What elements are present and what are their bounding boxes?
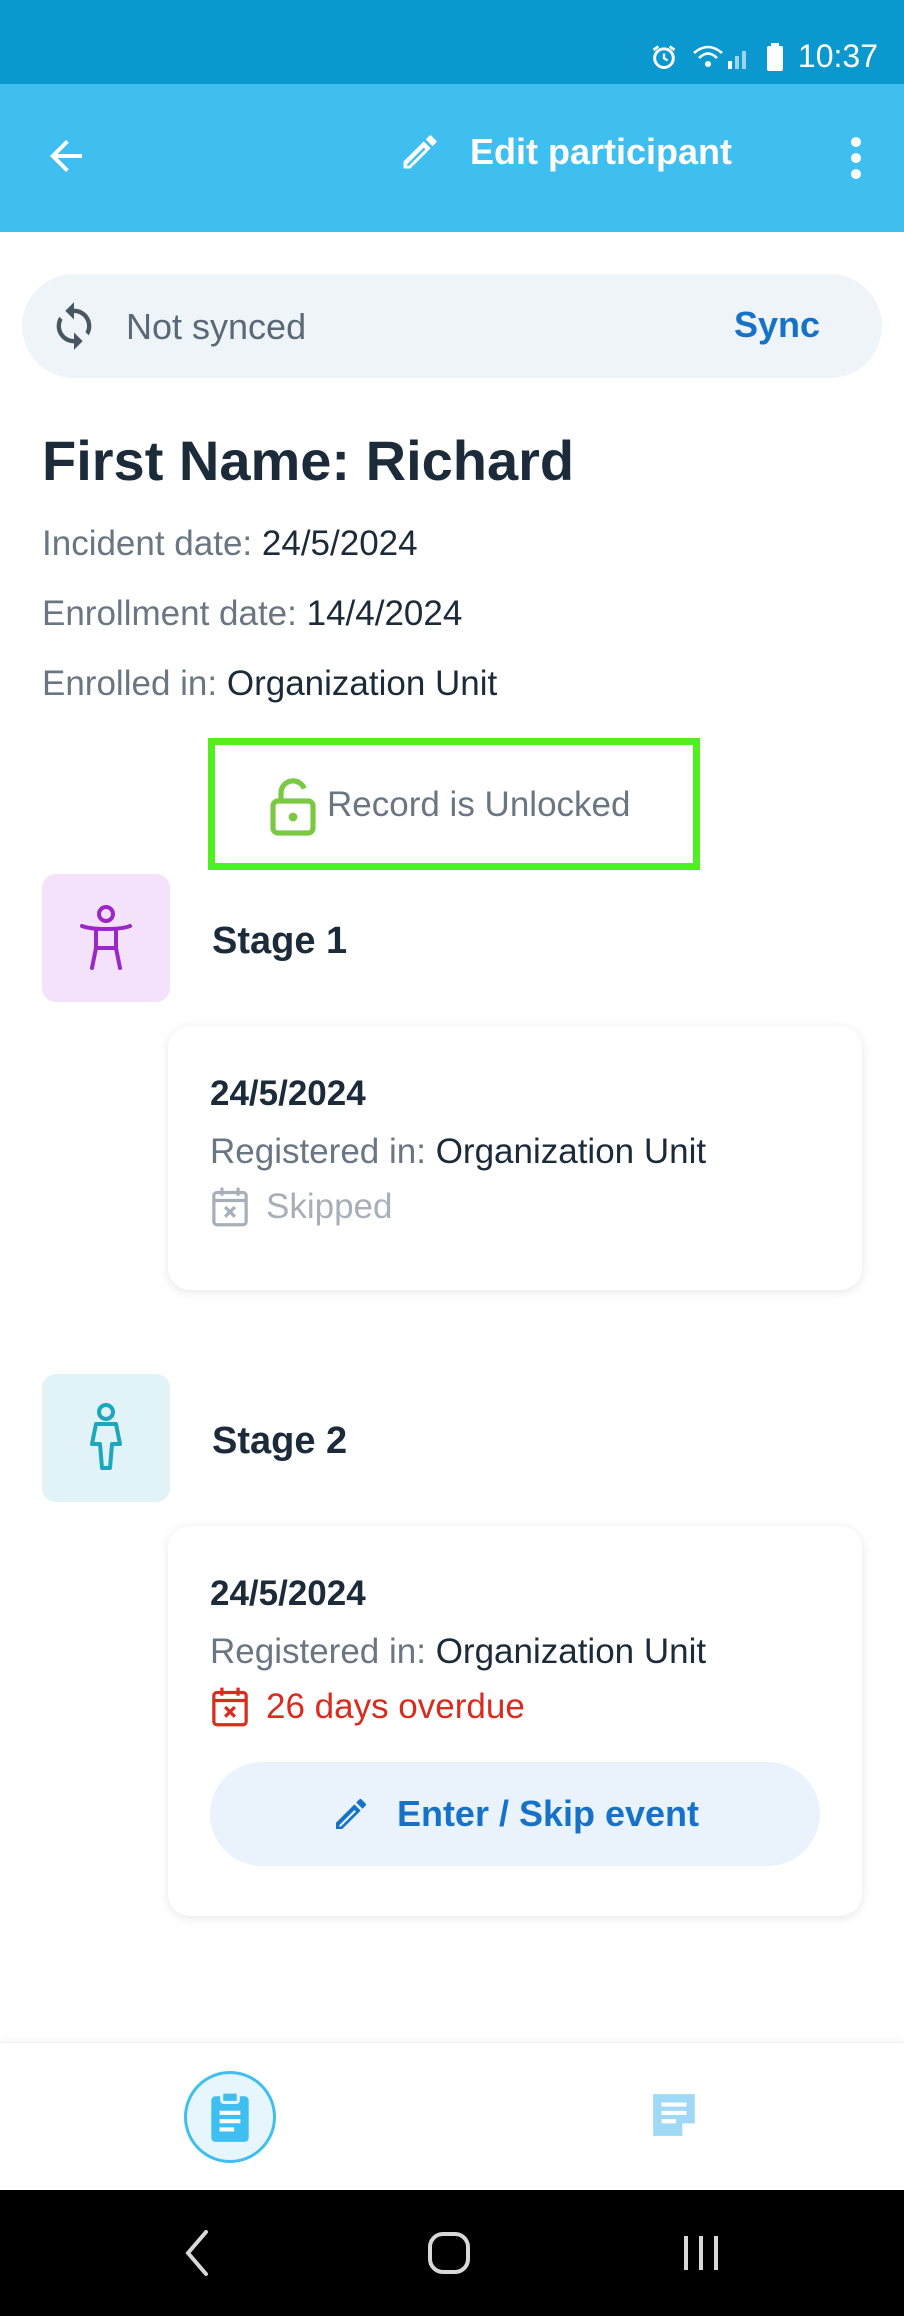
pencil-icon [403,135,437,169]
app-bar: Edit participant [0,84,904,232]
event-status-text: Skipped [266,1187,393,1226]
sync-button[interactable]: Sync [734,304,820,346]
calendar-x-icon [212,1687,248,1727]
status-bar: 10:37 [0,0,904,84]
back-button[interactable] [36,126,96,186]
sync-icon [56,302,92,350]
stage-2-title: Stage 2 [212,1420,348,1462]
registered-in-value: Organization Unit [435,1132,707,1171]
enrolled-in-row: Enrolled in: Organization Unit [42,664,497,704]
chevron-left-icon [185,2230,208,2276]
page-title: Edit participant [470,131,733,172]
alarm-icon [652,44,676,69]
lock-status-text: Record is Unlocked [327,785,631,824]
arrow-left-icon [50,140,82,172]
status-time: 10:37 [797,38,878,74]
registered-in-row: Registered in: Organization Unit [210,1132,706,1172]
event-status: Skipped [210,1186,392,1228]
event-date: 24/5/2024 [210,1574,366,1613]
registered-in-label: Registered in: [210,1132,426,1171]
stage-1-event-card[interactable]: 24/5/2024 Registered in: Organization Un… [168,1026,862,1290]
nav-notes-tab[interactable] [640,2081,708,2149]
incident-date-row: Incident date: 24/5/2024 [42,524,418,564]
child-figure-icon [80,905,132,970]
registered-in-row: Registered in: Organization Unit [210,1632,706,1672]
recents-icon [684,2236,718,2270]
enter-skip-event-button[interactable]: Enter / Skip event [210,1762,820,1866]
enrollment-date-row: Enrollment date: 14/4/2024 [42,594,462,634]
system-recents-button[interactable] [666,2218,736,2288]
pencil-icon [335,1798,366,1829]
enrolled-in-value: Organization Unit [226,664,498,703]
system-back-button[interactable] [162,2218,232,2288]
registered-in-label: Registered in: [210,1632,426,1671]
nav-details-tab[interactable] [184,2071,276,2163]
enter-skip-event-label: Enter / Skip event [396,1793,700,1834]
system-home-button[interactable] [414,2218,484,2288]
calendar-x-icon [212,1187,248,1227]
more-options-button[interactable] [836,128,876,188]
enrollment-date-label: Enrollment date: [42,594,297,633]
stage-2-event-card[interactable]: 24/5/2024 Registered in: Organization Un… [168,1526,862,1916]
lock-open-icon [270,778,316,836]
home-square-icon [428,2232,470,2274]
stage-2-icon-box [42,1374,170,1502]
sync-status: Not synced [126,306,307,347]
app-title-wrap: Edit participant [398,130,732,174]
notes-icon [653,2094,695,2136]
enrollment-date-value: 14/4/2024 [306,594,463,633]
enrolled-in-label: Enrolled in: [42,664,218,703]
battery-icon [766,42,783,71]
stage-1-icon-box [42,874,170,1002]
event-date: 24/5/2024 [210,1074,366,1113]
clipboard-icon [211,2090,249,2142]
incident-date-value: 24/5/2024 [261,524,418,563]
person-figure-icon [90,1403,122,1470]
bottom-navigation [0,2042,904,2190]
registered-in-value: Organization Unit [435,1632,707,1671]
more-vertical-icon [851,137,861,179]
system-navigation-bar [0,2190,904,2316]
incident-date-label: Incident date: [42,524,253,563]
sync-bar: Not synced Sync [22,274,882,378]
event-status: 26 days overdue [210,1686,525,1728]
record-lock-status[interactable]: Record is Unlocked [208,738,700,870]
event-status-text: 26 days overdue [266,1687,525,1726]
stage-1-title: Stage 1 [212,920,348,962]
status-icons: 10:37 [650,38,878,75]
participant-name: First Name: Richard [42,429,575,492]
wifi-signal-icon [693,45,746,69]
